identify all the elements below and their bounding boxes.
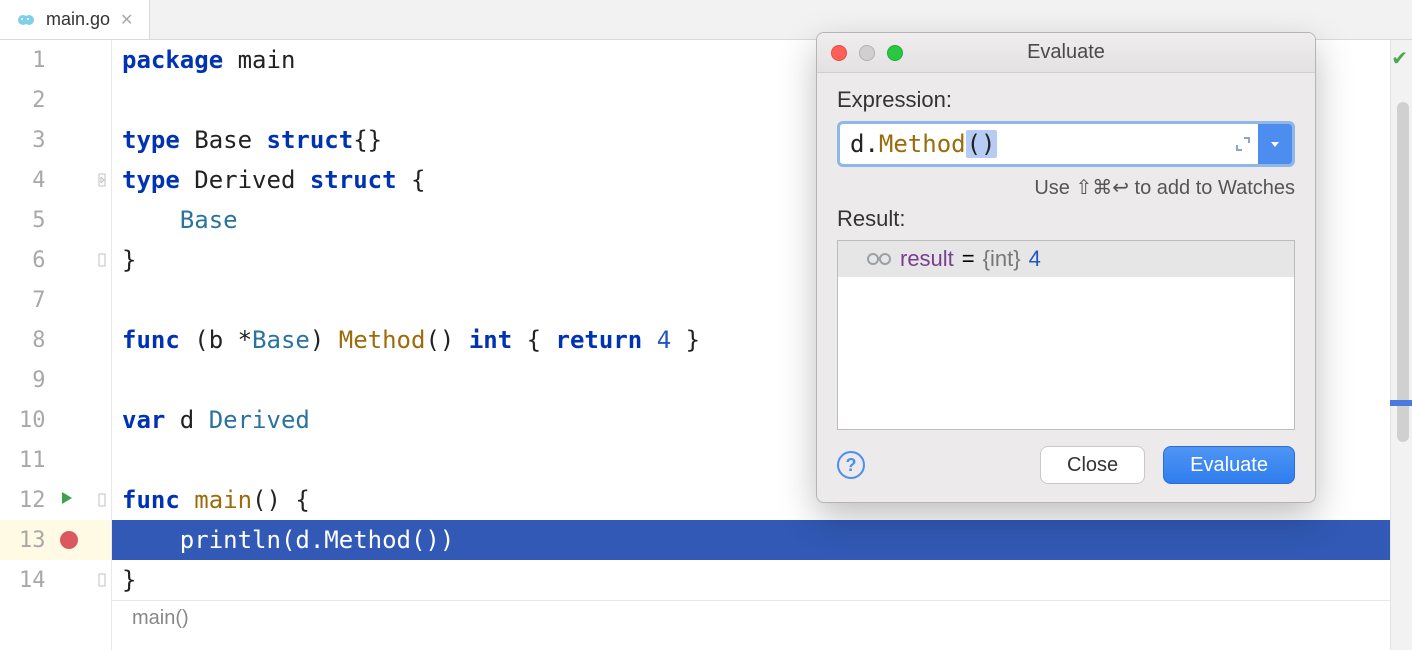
line-number: 2	[0, 80, 54, 120]
type-name: Base	[194, 126, 266, 154]
line-number: 14	[0, 560, 54, 600]
line-number: 10	[0, 400, 54, 440]
editor-marker-strip: ✔	[1390, 40, 1412, 650]
result-panel: result = {int} 4	[837, 240, 1295, 430]
expr-method: Method	[879, 130, 966, 158]
expr-text: d.	[850, 130, 879, 158]
scrollbar-thumb[interactable]	[1397, 102, 1409, 442]
result-label: Result:	[837, 206, 1295, 232]
close-button[interactable]: Close	[1040, 446, 1145, 484]
brace: }	[122, 566, 136, 594]
go-file-icon	[16, 10, 36, 30]
keyword: return	[556, 326, 657, 354]
editor-gutter: 1 2 3 4 5 6 7 8 9 10 11 12 13 14	[0, 40, 112, 650]
line-number: 5	[0, 200, 54, 240]
text: ()	[425, 326, 468, 354]
expression-history-dropdown[interactable]	[1258, 124, 1292, 164]
expression-label: Expression:	[837, 87, 1295, 113]
number-literal: 4	[657, 326, 671, 354]
type-ref: Derived	[209, 406, 310, 434]
tab-label: main.go	[46, 9, 110, 30]
indent	[122, 526, 180, 554]
execution-marker[interactable]	[1390, 400, 1412, 406]
result-value: 4	[1029, 246, 1041, 272]
text: (b *	[194, 326, 252, 354]
type-ref: Base	[252, 326, 310, 354]
close-button-label: Close	[1067, 454, 1118, 477]
text: {	[397, 166, 426, 194]
editor-tab-main-go[interactable]: main.go ✕	[0, 0, 150, 39]
equals: =	[962, 246, 975, 272]
line-number: 1	[0, 40, 54, 80]
expression-field[interactable]: d.Method()	[837, 121, 1295, 167]
text: {}	[353, 126, 382, 154]
text: {	[512, 326, 555, 354]
dialog-title: Evaluate	[817, 41, 1315, 64]
brace: }	[122, 246, 136, 274]
result-name: result	[900, 246, 954, 272]
text: }	[671, 326, 700, 354]
result-row[interactable]: result = {int} 4	[838, 241, 1294, 277]
line-number: 11	[0, 440, 54, 480]
line-number: 9	[0, 360, 54, 400]
type-name: Derived	[194, 166, 310, 194]
var-name: d	[180, 406, 209, 434]
line-number: 3	[0, 120, 54, 160]
line-number: 6	[0, 240, 54, 280]
result-type: {int}	[983, 246, 1021, 272]
run-gutter-icon[interactable]	[60, 491, 74, 510]
text: () {	[252, 486, 310, 514]
line-number: 13	[0, 520, 54, 560]
func-name: Method	[339, 326, 426, 354]
fold-icon[interactable]	[98, 253, 112, 267]
fold-icon[interactable]	[98, 573, 112, 587]
indent	[122, 206, 180, 234]
evaluate-dialog: Evaluate Expression: d.Method() Use ⇧⌘↩ …	[816, 32, 1316, 503]
text: )	[310, 326, 339, 354]
keyword: struct	[267, 126, 354, 154]
analysis-ok-icon: ✔	[1391, 46, 1408, 71]
line-number: 8	[0, 320, 54, 360]
expand-editor-icon[interactable]	[1228, 124, 1258, 164]
watch-value-icon	[866, 251, 892, 267]
embedded-type: Base	[180, 206, 238, 234]
keyword: int	[469, 326, 512, 354]
breadcrumb-item[interactable]: main()	[132, 607, 189, 630]
keyword: struct	[310, 166, 397, 194]
fold-icon[interactable]	[98, 493, 112, 507]
watches-hint: Use ⇧⌘↩ to add to Watches	[837, 175, 1295, 200]
evaluate-button-label: Evaluate	[1190, 454, 1268, 477]
fold-icon[interactable]	[98, 173, 112, 187]
statement: println(d.Method())	[180, 526, 455, 554]
breadcrumb[interactable]: main()	[112, 600, 1412, 636]
breakpoint-icon[interactable]	[60, 531, 78, 549]
keyword: func	[122, 486, 194, 514]
keyword: type	[122, 166, 194, 194]
dialog-titlebar[interactable]: Evaluate	[817, 33, 1315, 73]
line-number: 12	[0, 480, 54, 520]
help-button[interactable]: ?	[837, 451, 865, 479]
evaluate-button[interactable]: Evaluate	[1163, 446, 1295, 484]
func-name: main	[194, 486, 252, 514]
keyword: type	[122, 126, 194, 154]
keyword: func	[122, 326, 194, 354]
line-number: 4	[0, 160, 54, 200]
keyword: package	[122, 46, 238, 74]
close-icon[interactable]: ✕	[120, 10, 133, 30]
line-number: 7	[0, 280, 54, 320]
expression-input[interactable]: d.Method()	[840, 124, 1228, 164]
current-execution-line: println(d.Method())	[112, 520, 1412, 560]
expr-selection: ()	[966, 130, 997, 158]
keyword: var	[122, 406, 180, 434]
identifier: main	[238, 46, 296, 74]
